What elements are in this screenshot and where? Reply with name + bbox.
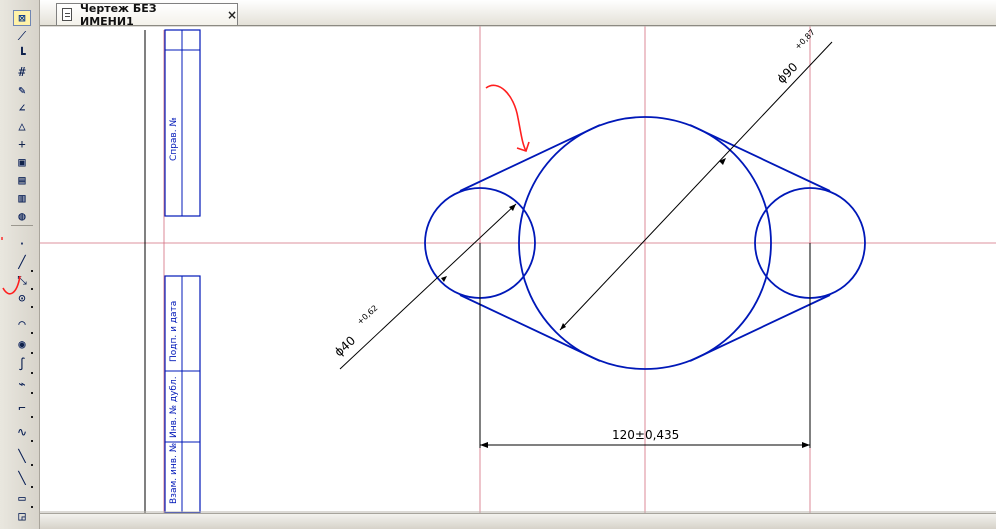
bottom-status-strip	[40, 513, 996, 529]
title-block-vzam-inv: Взам. инв. №	[169, 443, 179, 504]
document-tabbar: Чертеж БЕЗ ИМЕНИ1 ×	[40, 0, 996, 28]
drawing-svg: Справ. № Подп. и дата Инв. № дубл. Взам.…	[40, 26, 996, 513]
left-toolbar: ⊠ ⟋ ┗ # ✎ ∠ △ + ▣ ▤ ▥ ◍ · ╱ ⤡ ⊙ ◠ ◉ ∫ ⌁ …	[0, 0, 40, 529]
center-distance-label: 120±0,435	[612, 428, 679, 442]
close-icon[interactable]: ×	[227, 8, 237, 22]
red-toolbar-marks	[1, 237, 21, 295]
canvas-background	[40, 26, 996, 513]
tab-title: Чертеж БЕЗ ИМЕНИ1	[80, 1, 157, 28]
title-block-sprav: Справ. №	[169, 117, 179, 161]
title-block-inv-dubl: Инв. № дубл.	[169, 376, 179, 438]
tab-drawing[interactable]: Чертеж БЕЗ ИМЕНИ1 ×	[56, 1, 238, 28]
cad-application: ⊠ ⟋ ┗ # ✎ ∠ △ + ▣ ▤ ▥ ◍ · ╱ ⤡ ⊙ ◠ ◉ ∫ ⌁ …	[0, 0, 996, 529]
drawing-canvas[interactable]: Справ. № Подп. и дата Инв. № дубл. Взам.…	[40, 26, 996, 513]
document-icon	[62, 8, 72, 21]
title-block-podp-data: Подп. и дата	[169, 301, 179, 362]
red-hook-mark	[2, 275, 21, 295]
